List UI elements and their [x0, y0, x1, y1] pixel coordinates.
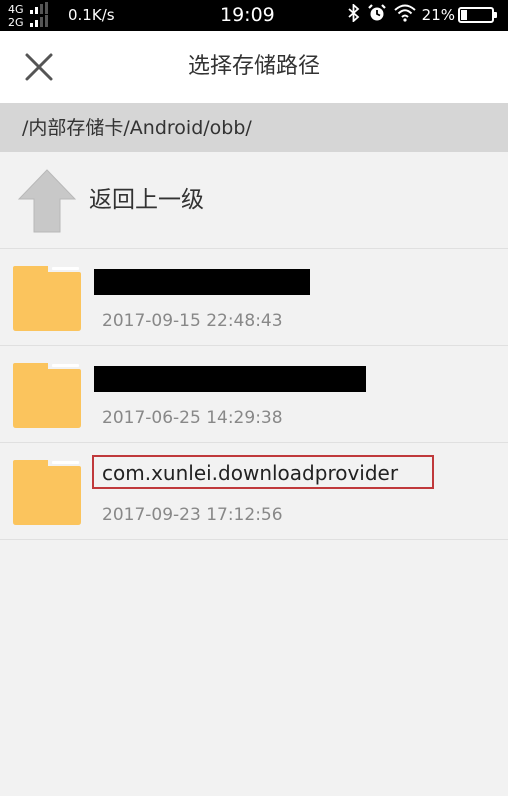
battery-icon	[458, 7, 497, 23]
battery-percent: 21%	[421, 6, 455, 24]
redacted-folder-name	[94, 366, 366, 392]
status-bar: 4G 2G 0.1K/s 19:09 21%	[0, 0, 508, 31]
network-type-1: 4G	[8, 3, 24, 16]
signal-bars-icon	[30, 2, 58, 14]
alarm-icon	[367, 4, 386, 26]
back-to-parent-row[interactable]: 返回上一级	[0, 152, 508, 249]
up-arrow-icon	[18, 169, 76, 233]
path-bar: /内部存储卡/Android/obb/	[0, 103, 508, 152]
battery-fill	[461, 10, 467, 20]
wifi-icon	[393, 4, 416, 26]
folder-icon	[13, 460, 81, 525]
redacted-folder-name	[94, 269, 310, 295]
folder-icon	[13, 363, 81, 428]
folder-row[interactable]: 2017-09-15 22:48:43	[0, 249, 508, 346]
folder-row[interactable]: com.xunlei.downloadprovider 2017-09-23 17…	[0, 443, 508, 540]
status-icons: 21%	[340, 2, 497, 26]
network-speed: 0.1K/s	[68, 6, 115, 24]
current-path: /内部存储卡/Android/obb/	[22, 117, 252, 139]
folder-row[interactable]: 2017-06-25 14:29:38	[0, 346, 508, 443]
back-label: 返回上一级	[89, 187, 204, 213]
folder-icon	[13, 266, 81, 331]
folder-modified-date: 2017-09-15 22:48:43	[102, 311, 283, 331]
signal-bars-icon	[30, 15, 58, 27]
file-list: 2017-09-15 22:48:43 2017-06-25 14:29:38 co…	[0, 249, 508, 540]
folder-modified-date: 2017-06-25 14:29:38	[102, 408, 283, 428]
page-title: 选择存储路径	[187, 54, 320, 79]
charging-icon	[472, 9, 480, 21]
folder-modified-date: 2017-09-23 17:12:56	[102, 505, 283, 525]
folder-name: com.xunlei.downloadprovider	[92, 455, 434, 489]
title-bar: 选择存储路径	[0, 31, 508, 103]
clock: 19:09	[220, 4, 275, 26]
network-type-2: 2G	[8, 16, 24, 29]
network-indicator: 4G 2G	[8, 1, 60, 31]
bluetooth-icon	[348, 2, 360, 26]
